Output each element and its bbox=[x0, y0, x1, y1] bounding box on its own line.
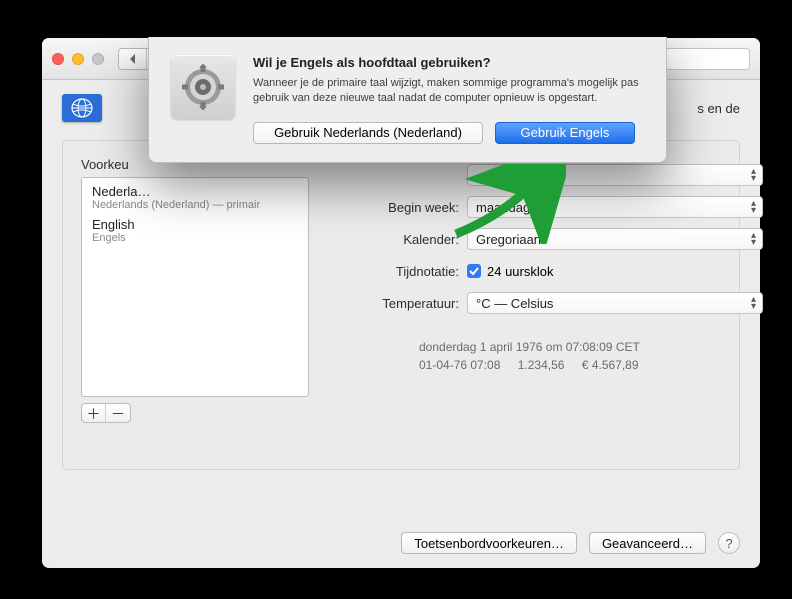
settings-panel: Voorkeu Nederla… Nederlands (Nederland) … bbox=[62, 140, 740, 470]
languages-column: Voorkeu Nederla… Nederlands (Nederland) … bbox=[81, 157, 309, 455]
window-controls bbox=[52, 53, 104, 65]
temperature-select[interactable]: °C — Celsius ▴▾ bbox=[467, 292, 763, 314]
dialog-title: Wil je Engels als hoofdtaal gebruiken? bbox=[253, 55, 644, 70]
advanced-button[interactable]: Geavanceerd… bbox=[589, 532, 706, 554]
use-dutch-button[interactable]: Gebruik Nederlands (Nederland) bbox=[253, 122, 483, 144]
select-value: maandag bbox=[476, 200, 530, 215]
region-select[interactable]: ▴▾ bbox=[467, 164, 763, 186]
footer-buttons: Toetsenbordvoorkeuren… Geavanceerd… ? bbox=[401, 532, 740, 554]
sample-long-date: donderdag 1 april 1976 om 07:08:09 CET bbox=[419, 338, 763, 356]
list-item[interactable]: Nederla… Nederlands (Nederland) — primai… bbox=[82, 181, 308, 214]
calendar-label: Kalender: bbox=[327, 232, 467, 247]
region-settings-column: ▴▾ Begin week: maandag ▴▾ Kalender: Greg… bbox=[327, 157, 763, 455]
time-format-checkbox-row: 24 uursklok bbox=[467, 264, 553, 279]
chevron-updown-icon: ▴▾ bbox=[751, 296, 756, 310]
help-button[interactable]: ? bbox=[718, 532, 740, 554]
list-item-subtitle: Engels bbox=[92, 232, 298, 244]
sample-number: 1.234,56 bbox=[518, 358, 565, 372]
begin-week-label: Begin week: bbox=[327, 200, 467, 215]
languages-listbox[interactable]: Nederla… Nederlands (Nederland) — primai… bbox=[81, 177, 309, 397]
confirm-language-dialog: Wil je Engels als hoofdtaal gebruiken? W… bbox=[148, 37, 667, 163]
temperature-label: Temperatuur: bbox=[327, 296, 467, 311]
chevron-updown-icon: ▴▾ bbox=[751, 168, 756, 182]
back-button[interactable] bbox=[119, 49, 147, 69]
keyboard-preferences-button[interactable]: Toetsenbordvoorkeuren… bbox=[401, 532, 577, 554]
zoom-window-button[interactable] bbox=[92, 53, 104, 65]
sample-short-date: 01-04-76 07:08 bbox=[419, 358, 500, 372]
dialog-buttons: Gebruik Nederlands (Nederland) Gebruik E… bbox=[253, 122, 644, 144]
time-format-label: Tijdnotatie: bbox=[327, 264, 467, 279]
list-item[interactable]: English Engels bbox=[82, 214, 308, 247]
list-item-title: English bbox=[92, 217, 298, 232]
list-item-subtitle: Nederlands (Nederland) — primair bbox=[92, 199, 298, 211]
select-value: Gregoriaans bbox=[476, 232, 548, 247]
begin-week-select[interactable]: maandag ▴▾ bbox=[467, 196, 763, 218]
remove-language-button[interactable]: － bbox=[106, 404, 130, 422]
24hour-checkbox[interactable] bbox=[467, 264, 481, 278]
chevron-updown-icon: ▴▾ bbox=[751, 232, 756, 246]
check-icon bbox=[469, 266, 479, 276]
language-region-icon bbox=[62, 94, 102, 122]
use-english-button[interactable]: Gebruik Engels bbox=[495, 122, 635, 144]
system-preferences-icon bbox=[171, 55, 235, 119]
add-language-button[interactable]: ＋ bbox=[82, 404, 106, 422]
dialog-body: Wanneer je de primaire taal wijzigt, mak… bbox=[253, 76, 644, 106]
sample-currency: € 4.567,89 bbox=[582, 358, 639, 372]
minimize-window-button[interactable] bbox=[72, 53, 84, 65]
24hour-label: 24 uursklok bbox=[487, 264, 553, 279]
calendar-select[interactable]: Gregoriaans ▴▾ bbox=[467, 228, 763, 250]
add-remove-segment: ＋ － bbox=[81, 403, 131, 423]
list-item-title: Nederla… bbox=[92, 184, 298, 199]
format-sample: donderdag 1 april 1976 om 07:08:09 CET 0… bbox=[327, 338, 763, 374]
select-value: °C — Celsius bbox=[476, 296, 553, 311]
chevron-updown-icon: ▴▾ bbox=[751, 200, 756, 214]
close-window-button[interactable] bbox=[52, 53, 64, 65]
